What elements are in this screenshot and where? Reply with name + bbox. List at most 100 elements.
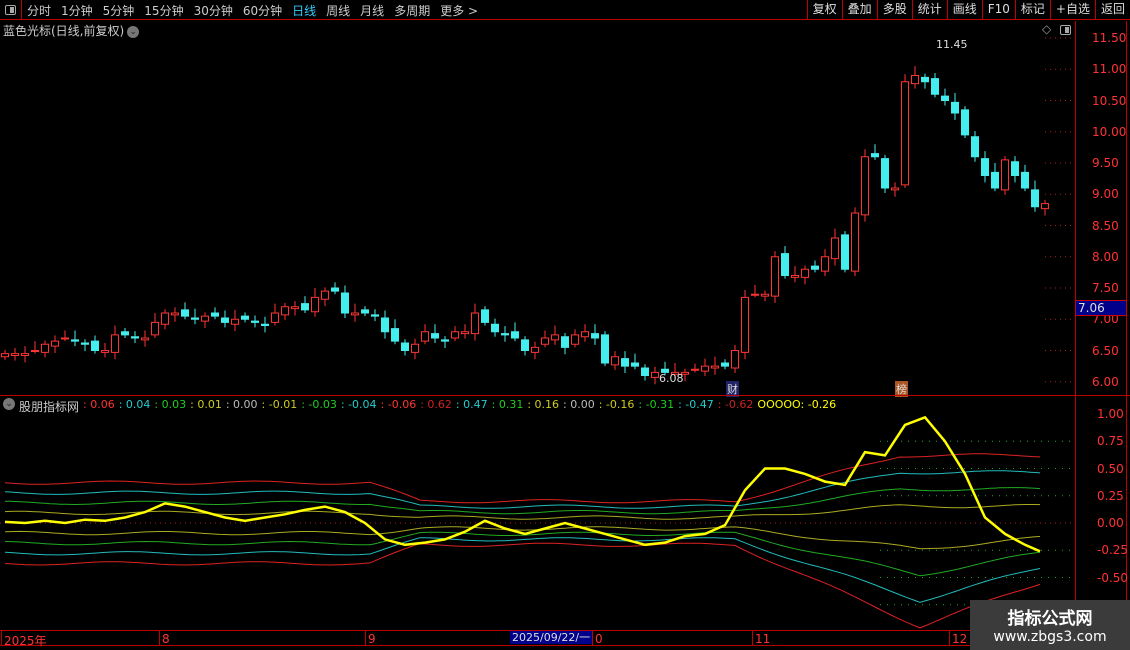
- candle-body: [1031, 189, 1039, 208]
- price-chart[interactable]: [0, 0, 1130, 650]
- indicator-value: : 0.06: [83, 398, 115, 411]
- candle-body: [201, 315, 209, 322]
- indicator-tick: 0.25: [1097, 488, 1124, 503]
- panel-divider: [0, 395, 1130, 396]
- candle-body: [161, 312, 169, 325]
- time-label: 9: [368, 632, 376, 646]
- price-tick: 10.00: [1092, 124, 1127, 139]
- watermark-title: 指标公式网: [1007, 609, 1093, 629]
- candle-body: [1021, 171, 1029, 189]
- candle-body: [471, 312, 479, 335]
- candle-body: [181, 309, 189, 317]
- candle-body: [731, 350, 739, 369]
- candle-body: [991, 171, 999, 189]
- candle-body: [401, 342, 409, 351]
- indicator-name: 股朋指标网: [19, 400, 80, 414]
- time-tick: [949, 630, 950, 645]
- candle-body: [91, 340, 99, 351]
- candle-body: [321, 290, 329, 300]
- candle-body: [291, 306, 299, 310]
- price-tick: 9.50: [1092, 156, 1119, 170]
- candle-body: [851, 212, 859, 272]
- indicator-tick: 0.00: [1097, 516, 1124, 530]
- candle-body: [861, 156, 869, 216]
- candle-body: [481, 309, 489, 323]
- candle-body: [451, 331, 459, 339]
- candle-body: [551, 334, 559, 341]
- time-tick: [752, 630, 753, 645]
- candle-body: [41, 343, 49, 353]
- indicator-value: : 0.01: [190, 398, 222, 411]
- time-label: 8: [162, 632, 170, 646]
- indicator-tick: 1.00: [1097, 407, 1124, 421]
- indicator-value: : -0.04: [340, 398, 377, 411]
- indicator-tick: 0.75: [1097, 434, 1124, 449]
- candle-body: [371, 314, 379, 317]
- candle-body: [151, 321, 159, 336]
- candle-body: [361, 309, 369, 314]
- chevron-down-icon[interactable]: ⌄: [3, 398, 15, 410]
- candle-body: [871, 153, 879, 158]
- time-tick: [1, 630, 2, 645]
- price-tick: 11.00: [1092, 62, 1127, 77]
- time-tick: [592, 630, 593, 645]
- candle-body: [281, 306, 289, 316]
- indicator-value: : 0.00: [563, 398, 595, 411]
- candle-body: [691, 368, 699, 371]
- indicator-value: : -0.01: [261, 398, 298, 411]
- envelope-line: [4, 453, 1041, 504]
- time-label: 0: [595, 632, 603, 646]
- candle-body: [431, 333, 439, 339]
- candle-body: [621, 358, 629, 367]
- watermark: 指标公式网 www.zbgs3.com: [970, 600, 1130, 650]
- candle-body: [501, 333, 509, 336]
- time-label: 12: [952, 632, 968, 646]
- candle-body: [581, 331, 589, 338]
- candle-body: [511, 331, 519, 339]
- candle-body: [751, 293, 759, 296]
- candle-body: [411, 343, 419, 353]
- candle-body: [901, 81, 909, 186]
- candle-body: [271, 312, 279, 323]
- candle-body: [791, 275, 799, 278]
- candle-body: [121, 331, 129, 336]
- candle-body: [801, 268, 809, 278]
- candle-body: [251, 320, 259, 323]
- candle-body: [301, 303, 309, 311]
- candle-body: [601, 334, 609, 364]
- indicator-value: : 0.62: [420, 398, 452, 411]
- candle-body: [811, 265, 819, 270]
- candle-body: [61, 337, 69, 340]
- candle-body: [891, 187, 899, 191]
- indicator-legend: ⌄ 股朋指标网: 0.06: 0.04: 0.03: 0.01: 0.00: -0…: [3, 398, 836, 415]
- candle-body: [981, 158, 989, 176]
- candle-body: [701, 365, 709, 372]
- candle-body: [841, 234, 849, 270]
- candle-body: [721, 362, 729, 367]
- candle-body: [461, 331, 469, 335]
- price-tick: 8.00: [1092, 249, 1119, 264]
- candle-body: [101, 350, 109, 353]
- right-edge: [1126, 21, 1127, 631]
- candle-body: [71, 339, 79, 342]
- candle-body: [421, 331, 429, 342]
- candle-body: [441, 339, 449, 342]
- candle-body: [771, 256, 779, 297]
- indicator-value: : -0.47: [678, 398, 714, 411]
- candle-body: [961, 109, 969, 136]
- candle-body: [631, 362, 639, 367]
- candle-body: [81, 342, 89, 345]
- indicator-value: : 0.03: [154, 398, 187, 411]
- candle-body: [341, 292, 349, 314]
- candle-body: [921, 76, 929, 83]
- time-tick: [365, 630, 366, 645]
- price-tick: 11.50: [1092, 31, 1127, 45]
- indicator-value: OOOOO: -0.26: [757, 398, 837, 411]
- envelope-line: [4, 542, 1041, 629]
- candle-body: [211, 312, 219, 317]
- indicator-tick: -0.25: [1097, 543, 1129, 558]
- watermark-url: www.zbgs3.com: [993, 629, 1107, 645]
- candle-body: [11, 353, 19, 356]
- candle-body: [171, 312, 179, 316]
- time-label: 2025年: [4, 634, 47, 648]
